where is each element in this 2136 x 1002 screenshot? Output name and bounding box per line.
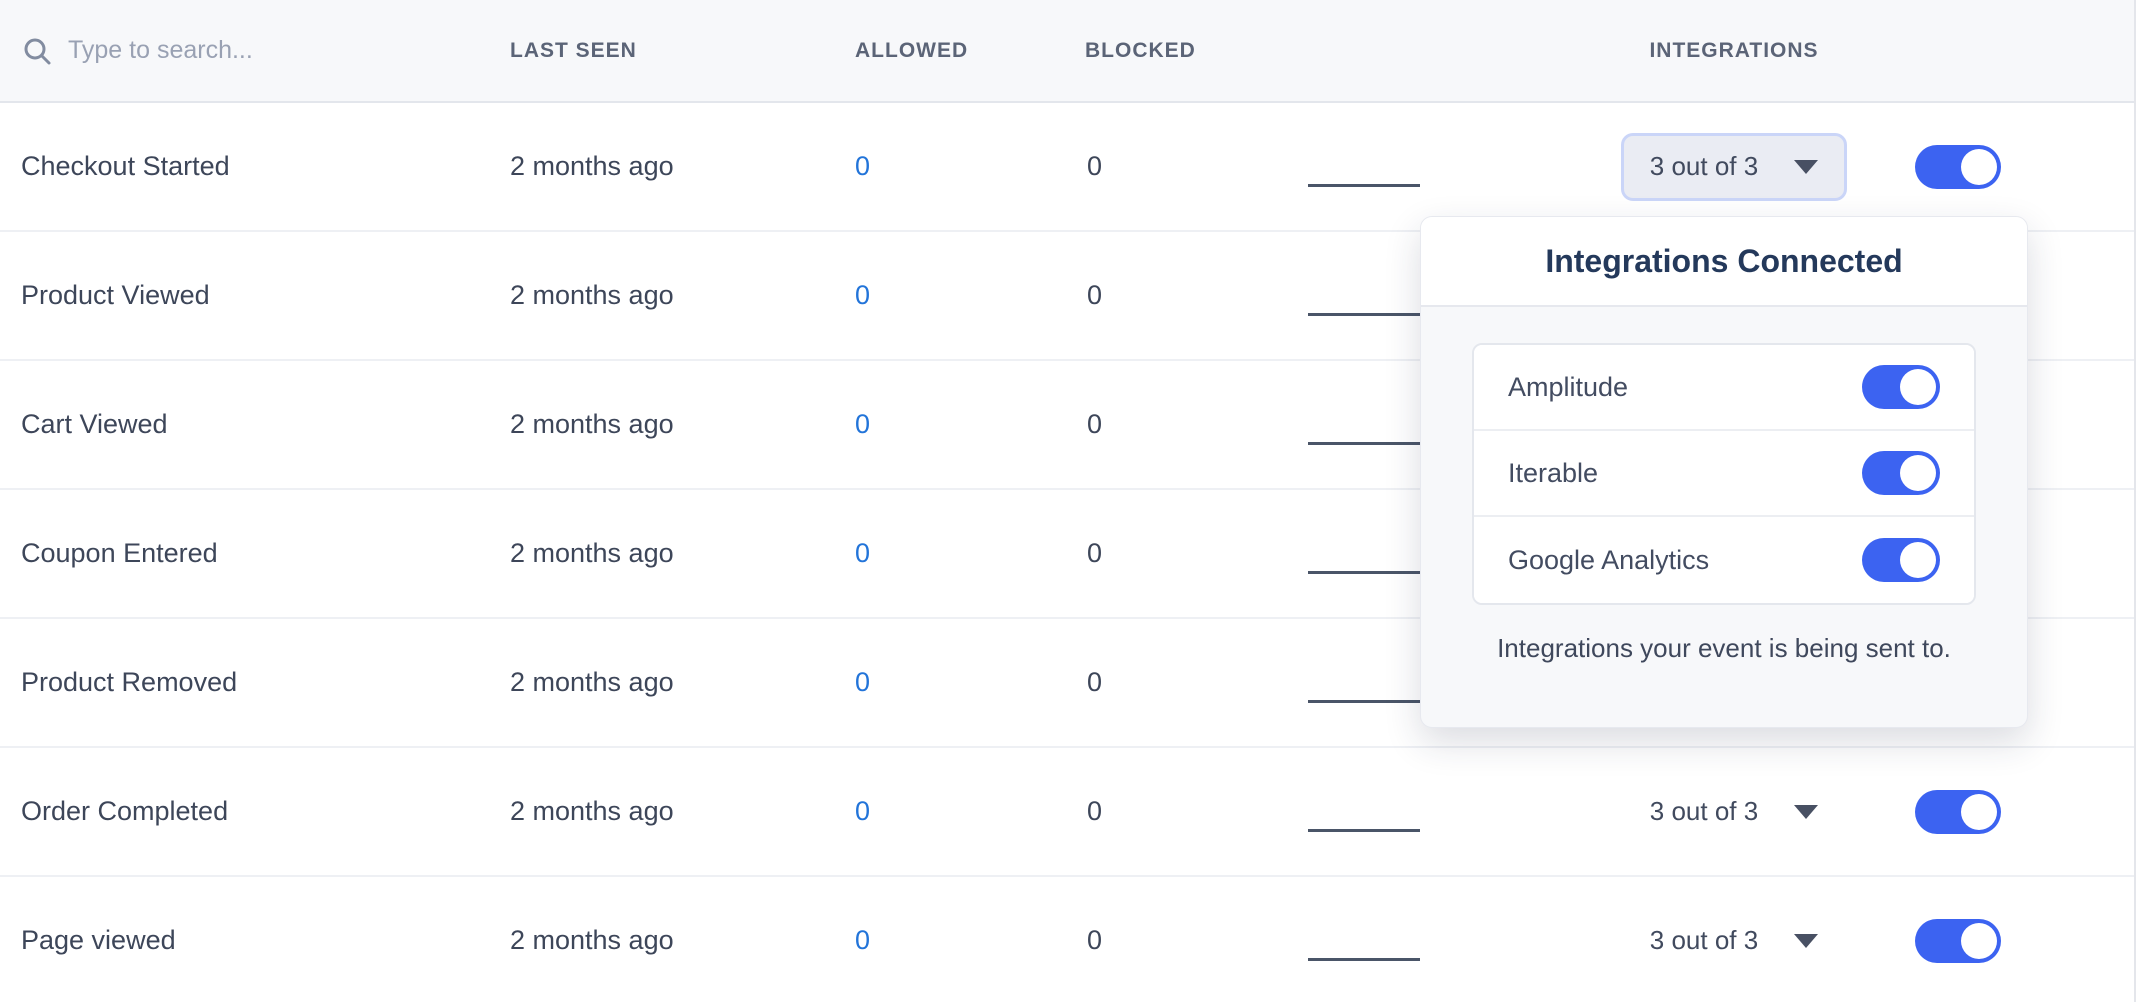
integration-name: Amplitude: [1508, 372, 1628, 403]
integration-row: Iterable: [1474, 431, 1974, 517]
allowed-count-link[interactable]: 0: [855, 925, 870, 955]
blocked-count: 0: [1085, 796, 1308, 827]
last-seen-value: 2 months ago: [510, 925, 855, 956]
blocked-count: 0: [1085, 280, 1308, 311]
last-seen-value: 2 months ago: [510, 667, 855, 698]
allowed-count-link[interactable]: 0: [855, 280, 870, 310]
allowed-count-link[interactable]: 0: [855, 796, 870, 826]
empty-value-dash: [1308, 829, 1420, 832]
last-seen-value: 2 months ago: [510, 409, 855, 440]
table-row: Order Completed 2 months ago 0 0 3 out o…: [0, 748, 2134, 877]
empty-value-dash: [1308, 184, 1420, 187]
integration-name: Google Analytics: [1508, 545, 1709, 576]
column-header-last-seen: LAST SEEN: [510, 39, 855, 63]
events-table-screen: LAST SEEN ALLOWED BLOCKED INTEGRATIONS C…: [0, 0, 2136, 1002]
toggle-knob: [1961, 794, 1997, 830]
table-row: Checkout Started 2 months ago 0 0 3 out …: [0, 103, 2134, 232]
blocked-count: 0: [1085, 151, 1308, 182]
column-header-integrations: INTEGRATIONS: [1608, 39, 1860, 63]
allowed-count-link[interactable]: 0: [855, 151, 870, 181]
popover-title: Integrations Connected: [1545, 243, 1902, 280]
table-header: LAST SEEN ALLOWED BLOCKED INTEGRATIONS: [0, 0, 2134, 103]
event-enabled-toggle[interactable]: [1915, 919, 2001, 963]
toggle-knob: [1900, 369, 1936, 405]
column-header-blocked: BLOCKED: [1085, 39, 1308, 63]
blocked-count: 0: [1085, 409, 1308, 440]
toggle-knob: [1900, 455, 1936, 491]
event-name: Page viewed: [0, 925, 510, 956]
column-header-allowed: ALLOWED: [855, 39, 1085, 63]
integrations-dropdown-label: 3 out of 3: [1650, 151, 1758, 182]
last-seen-value: 2 months ago: [510, 280, 855, 311]
chevron-down-icon: [1794, 805, 1818, 819]
empty-value-dash: [1308, 571, 1420, 574]
empty-value-dash: [1308, 313, 1420, 316]
integration-enabled-toggle[interactable]: [1862, 451, 1940, 495]
search-icon: [22, 36, 52, 66]
integrations-dropdown-label: 3 out of 3: [1650, 925, 1758, 956]
toggle-knob: [1961, 923, 1997, 959]
integration-enabled-toggle[interactable]: [1862, 365, 1940, 409]
event-name: Checkout Started: [0, 151, 510, 182]
event-name: Order Completed: [0, 796, 510, 827]
integration-row: Google Analytics: [1474, 517, 1974, 603]
chevron-down-icon: [1794, 160, 1818, 174]
popover-description: Integrations your event is being sent to…: [1454, 633, 1994, 664]
empty-value-dash: [1308, 442, 1420, 445]
integration-row: Amplitude: [1474, 345, 1974, 431]
event-name: Product Viewed: [0, 280, 510, 311]
blocked-count: 0: [1085, 925, 1308, 956]
integrations-dropdown-label: 3 out of 3: [1650, 796, 1758, 827]
event-name: Product Removed: [0, 667, 510, 698]
event-enabled-toggle[interactable]: [1915, 145, 2001, 189]
integrations-dropdown[interactable]: 3 out of 3: [1621, 133, 1847, 201]
allowed-count-link[interactable]: 0: [855, 667, 870, 697]
toggle-knob: [1961, 149, 1997, 185]
search-input[interactable]: [68, 36, 448, 65]
integration-name: Iterable: [1508, 458, 1598, 489]
event-enabled-toggle[interactable]: [1915, 790, 2001, 834]
toggle-knob: [1900, 542, 1936, 578]
event-name: Coupon Entered: [0, 538, 510, 569]
blocked-count: 0: [1085, 538, 1308, 569]
event-name: Cart Viewed: [0, 409, 510, 440]
chevron-down-icon: [1794, 934, 1818, 948]
blocked-count: 0: [1085, 667, 1308, 698]
last-seen-value: 2 months ago: [510, 538, 855, 569]
integrations-popover: Integrations Connected Amplitude Iterabl…: [1420, 216, 2028, 728]
last-seen-value: 2 months ago: [510, 796, 855, 827]
last-seen-value: 2 months ago: [510, 151, 855, 182]
allowed-count-link[interactable]: 0: [855, 538, 870, 568]
popover-header: Integrations Connected: [1421, 217, 2027, 307]
table-row: Page viewed 2 months ago 0 0 3 out of 3: [0, 877, 2134, 1002]
integration-enabled-toggle[interactable]: [1862, 538, 1940, 582]
integrations-dropdown[interactable]: 3 out of 3: [1621, 907, 1847, 975]
integrations-list: Amplitude Iterable Google Analytics: [1472, 343, 1976, 605]
search-box[interactable]: [0, 36, 510, 66]
empty-value-dash: [1308, 958, 1420, 961]
empty-value-dash: [1308, 700, 1420, 703]
integrations-dropdown[interactable]: 3 out of 3: [1621, 778, 1847, 846]
allowed-count-link[interactable]: 0: [855, 409, 870, 439]
